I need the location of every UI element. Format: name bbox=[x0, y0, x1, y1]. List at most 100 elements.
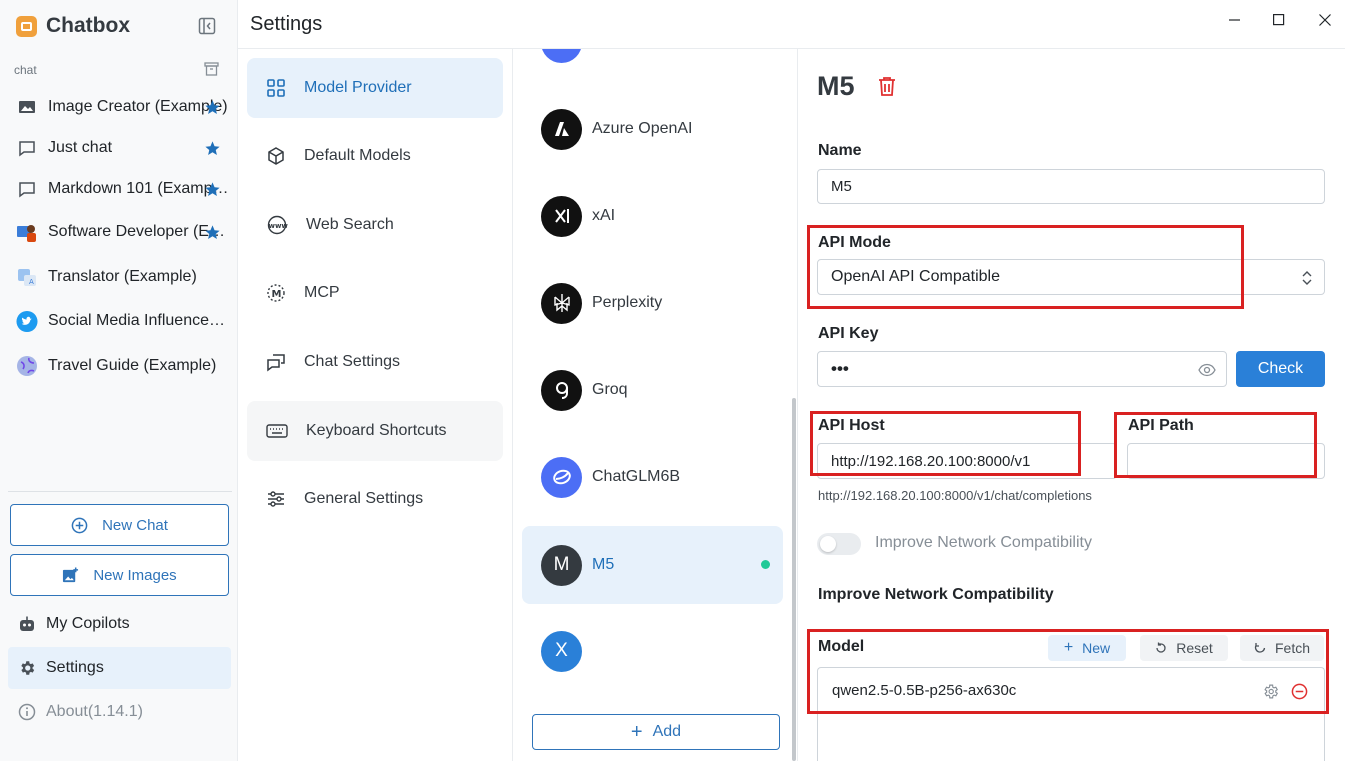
minimize-icon[interactable] bbox=[1229, 10, 1241, 30]
name-label: Name bbox=[818, 142, 862, 159]
provider-perplexity[interactable]: Perplexity bbox=[522, 264, 783, 342]
nav-model-provider[interactable]: Model Provider bbox=[247, 58, 503, 118]
highlight-box-api-host bbox=[810, 411, 1081, 476]
nav-label: MCP bbox=[304, 284, 340, 301]
api-key-value: ••• bbox=[831, 359, 849, 378]
star-icon[interactable] bbox=[204, 181, 221, 198]
session-item[interactable]: Image Creator (Example) bbox=[16, 87, 230, 127]
column-divider bbox=[797, 49, 798, 761]
twitter-avatar-icon bbox=[16, 310, 38, 333]
chat-bubble-icon bbox=[16, 181, 38, 198]
new-chat-label: New Chat bbox=[102, 516, 168, 534]
www-icon: www bbox=[267, 215, 288, 235]
settings-title: Settings bbox=[250, 13, 323, 35]
provider-list-scrollbar[interactable] bbox=[792, 398, 796, 761]
select-chevron-icon bbox=[1302, 271, 1312, 285]
nav-label: Keyboard Shortcuts bbox=[306, 422, 447, 439]
maximize-icon[interactable] bbox=[1273, 10, 1285, 30]
provider-label: Perplexity bbox=[592, 294, 663, 311]
star-icon[interactable] bbox=[204, 140, 221, 157]
collapse-sidebar-icon[interactable] bbox=[198, 17, 216, 35]
provider-avatar: X bbox=[541, 630, 582, 672]
network-compat-toggle[interactable] bbox=[817, 533, 861, 555]
provider-label: Azure OpenAI bbox=[592, 120, 693, 137]
nav-label: Chat Settings bbox=[304, 353, 401, 370]
sidebar-divider bbox=[8, 491, 232, 492]
provider-m5[interactable]: M M5 bbox=[522, 526, 783, 604]
session-item[interactable]: Social Media Influencer (Example) bbox=[16, 301, 230, 341]
translator-avatar-icon: A bbox=[16, 266, 38, 288]
provider-xai[interactable]: xAI bbox=[522, 177, 783, 255]
sidebar: Chatbox chat Image Creator (Example) Jus… bbox=[0, 0, 238, 761]
session-label: Just chat bbox=[48, 139, 113, 156]
session-item[interactable]: Software Developer (Example) bbox=[16, 212, 230, 252]
mcp-icon: M bbox=[267, 284, 285, 302]
nav-web-search[interactable]: www Web Search bbox=[247, 195, 503, 255]
clear-sessions-icon[interactable] bbox=[204, 62, 219, 76]
nav-keyboard-shortcuts[interactable]: Keyboard Shortcuts bbox=[247, 401, 503, 461]
api-key-label: API Key bbox=[818, 325, 879, 342]
my-copilots-label: My Copilots bbox=[46, 615, 130, 632]
nav-label: Web Search bbox=[306, 216, 394, 233]
session-label: Social Media Influencer (Example) bbox=[48, 312, 230, 329]
highlight-box-api-path bbox=[1114, 412, 1317, 478]
app-name: Chatbox bbox=[46, 14, 130, 37]
show-password-icon[interactable] bbox=[1198, 363, 1216, 377]
about-label: About(1.14.1) bbox=[46, 703, 143, 720]
provider-label: Groq bbox=[592, 381, 628, 398]
new-images-button[interactable]: New Images bbox=[10, 554, 229, 596]
groq-icon bbox=[541, 369, 582, 411]
provider-azure-openai[interactable]: Azure OpenAI bbox=[522, 90, 783, 168]
add-provider-label: Add bbox=[652, 723, 682, 740]
chatglm-icon bbox=[541, 456, 582, 498]
session-label: Markdown 101 (Example) bbox=[48, 180, 230, 197]
plus-icon: + bbox=[630, 721, 643, 743]
add-circle-icon bbox=[71, 517, 88, 533]
svg-text:M: M bbox=[272, 289, 282, 300]
provider-chatglm6b[interactable]: ChatGLM6B bbox=[522, 438, 783, 516]
my-copilots-item[interactable]: My Copilots bbox=[8, 603, 231, 645]
provider-title: M5 bbox=[817, 71, 855, 101]
star-icon[interactable] bbox=[204, 224, 221, 241]
session-item[interactable]: Travel Guide (Example) bbox=[16, 346, 230, 386]
network-compat-toggle-label: Improve Network Compatibility bbox=[875, 534, 1092, 551]
azure-icon bbox=[541, 108, 582, 150]
check-button[interactable]: Check bbox=[1236, 351, 1325, 387]
new-images-label: New Images bbox=[93, 566, 177, 584]
nav-chat-settings[interactable]: Chat Settings bbox=[247, 332, 503, 392]
session-label: Travel Guide (Example) bbox=[48, 357, 217, 374]
api-key-input[interactable]: ••• bbox=[817, 351, 1227, 387]
provider-label: ChatGLM6B bbox=[592, 468, 681, 485]
column-divider bbox=[512, 49, 513, 761]
section-heading: Improve Network Compatibility bbox=[818, 586, 1054, 603]
nav-label: General Settings bbox=[304, 490, 424, 507]
provider-x[interactable]: X bbox=[522, 612, 783, 690]
about-item[interactable]: About(1.14.1) bbox=[8, 691, 231, 733]
session-item[interactable]: A Translator (Example) bbox=[16, 257, 230, 297]
keyboard-icon bbox=[266, 424, 288, 438]
chat-settings-icon bbox=[267, 354, 285, 372]
svg-text:A: A bbox=[29, 278, 34, 286]
session-item[interactable]: Markdown 101 (Example) bbox=[16, 169, 230, 209]
star-icon[interactable] bbox=[204, 99, 221, 116]
nav-mcp[interactable]: M MCP bbox=[247, 263, 503, 323]
chatbox-logo-icon bbox=[16, 15, 37, 37]
nav-default-models[interactable]: Default Models bbox=[247, 126, 503, 186]
highlight-box-model bbox=[807, 629, 1329, 714]
close-icon[interactable] bbox=[1319, 10, 1331, 30]
session-item[interactable]: Just chat bbox=[16, 128, 230, 168]
developer-avatar-icon bbox=[16, 221, 38, 243]
settings-item[interactable]: Settings bbox=[8, 647, 231, 689]
grid-icon bbox=[267, 79, 285, 97]
image-icon bbox=[16, 99, 38, 115]
provider-groq[interactable]: Groq bbox=[522, 351, 783, 429]
provider-label: xAI bbox=[592, 207, 616, 224]
add-provider-button[interactable]: + Add bbox=[532, 714, 780, 750]
nav-general-settings[interactable]: General Settings bbox=[247, 469, 503, 529]
new-chat-button[interactable]: New Chat bbox=[10, 504, 229, 546]
nav-label: Model Provider bbox=[304, 79, 412, 96]
name-input[interactable]: M5 bbox=[817, 169, 1325, 204]
session-label: Translator (Example) bbox=[48, 268, 197, 285]
delete-provider-icon[interactable] bbox=[877, 76, 897, 97]
provider-avatar: M bbox=[541, 544, 582, 586]
